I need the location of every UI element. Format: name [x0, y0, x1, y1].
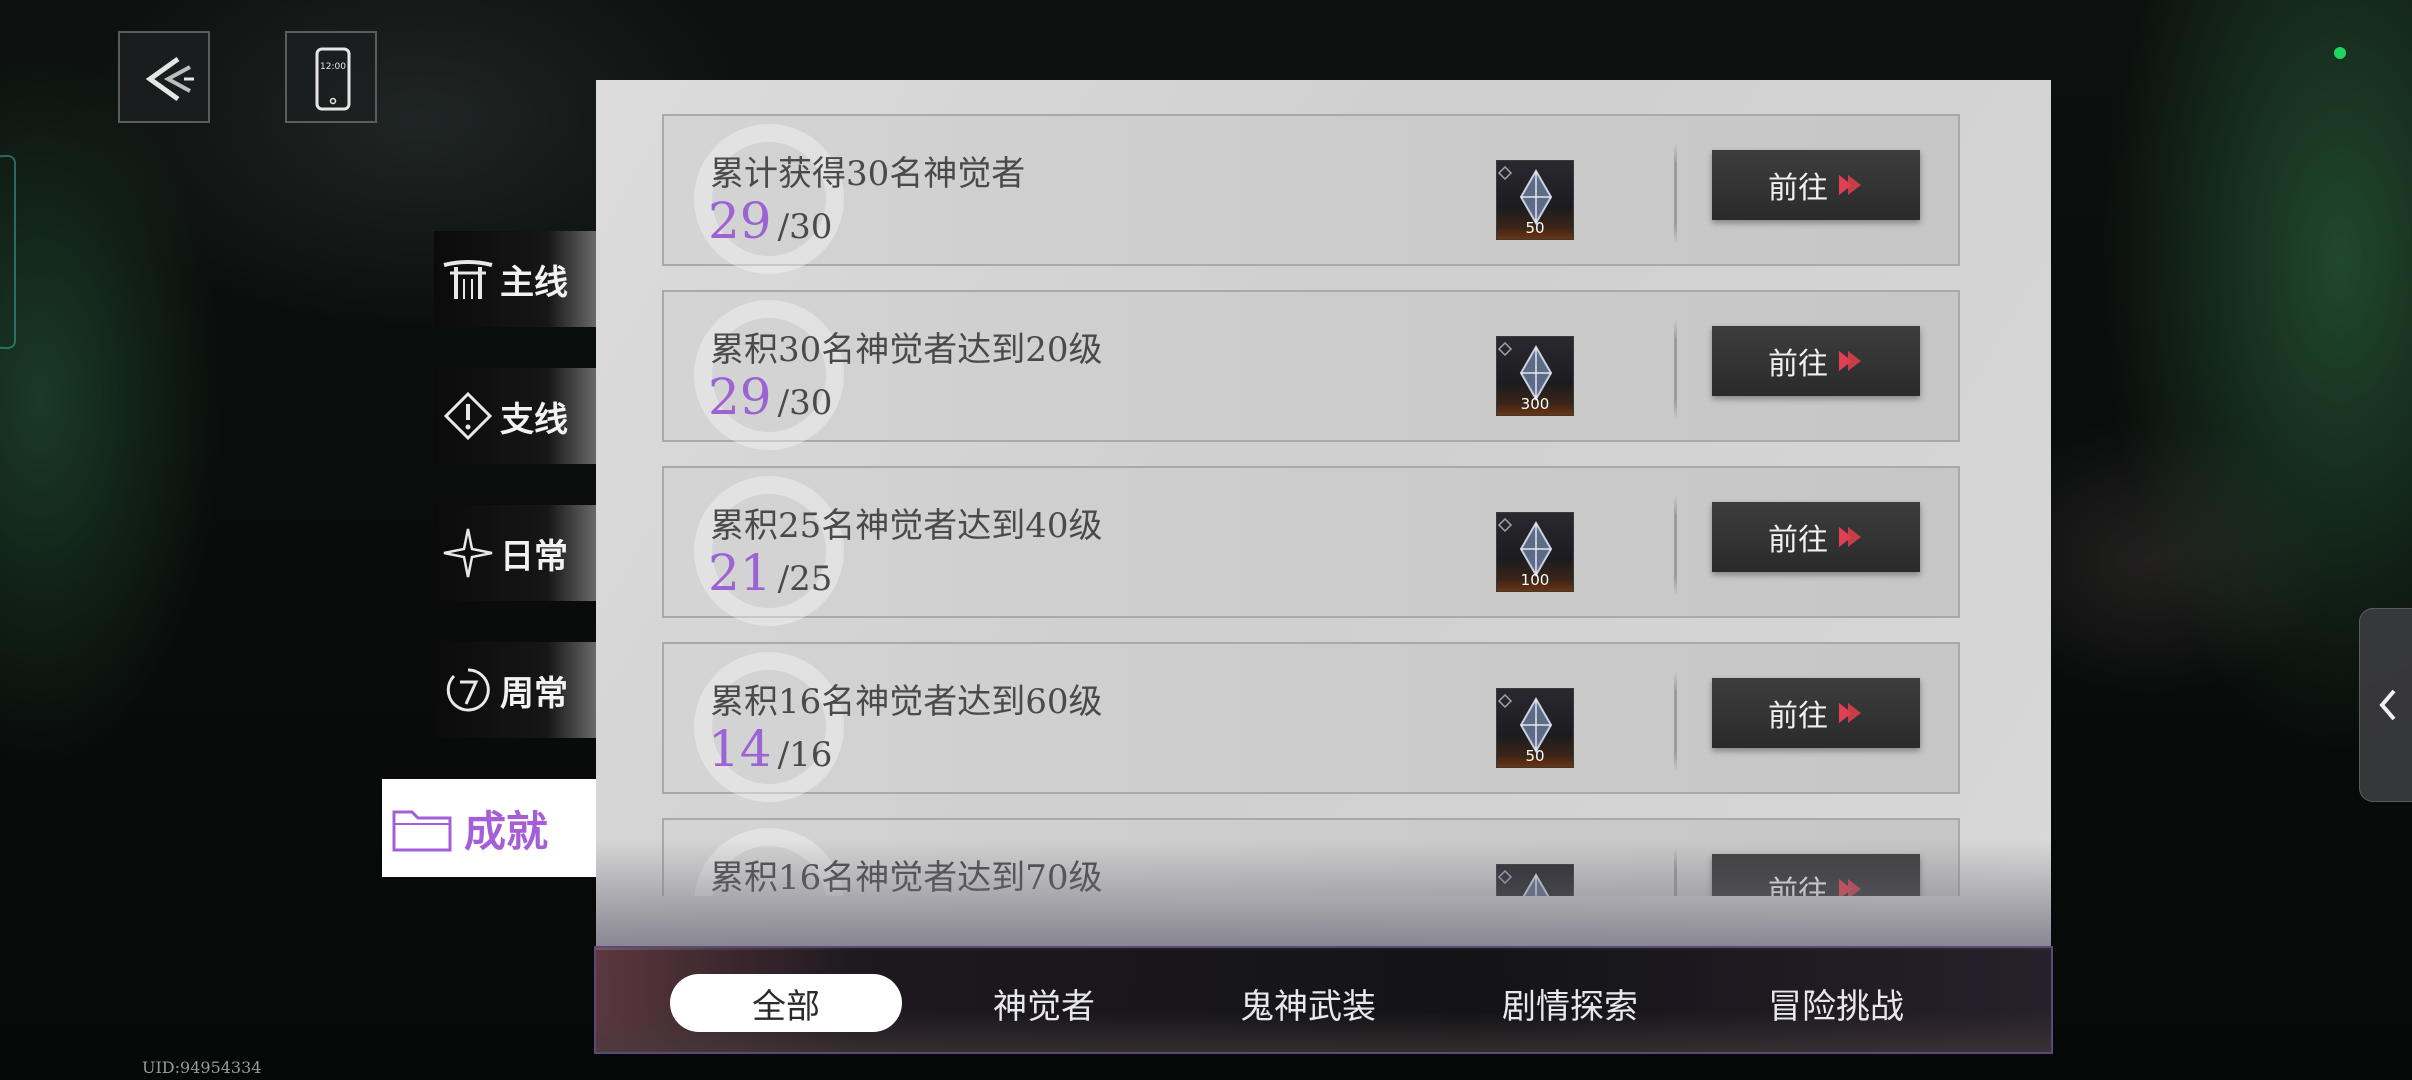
filter-tab-awakeners[interactable]: 神觉者 [928, 974, 1160, 1032]
achievement-title: 累积25名神觉者达到40级 [710, 506, 1103, 546]
reward-item[interactable]: 50 [1496, 688, 1574, 768]
progress-current: 21 [708, 544, 772, 602]
achievement-row: 累积16名神觉者达到60级 14/16 50 前往 [662, 642, 1960, 802]
double-arrow-right-icon [1839, 527, 1861, 547]
phone-button[interactable]: 12:00 [285, 31, 377, 123]
row-divider [1674, 848, 1677, 896]
category-label-active: 成就 [464, 806, 549, 856]
filter-tab-all[interactable]: 全部 [670, 974, 902, 1032]
uid-label: UID:94954334 [142, 1058, 262, 1077]
game-screen: 12:00 主线 支线 日常 周常 成就 累计获得30名神觉者 29 /30 5… [0, 0, 2412, 1080]
double-arrow-right-icon [1839, 175, 1861, 195]
filter-tab-adventure[interactable]: 冒险挑战 [1720, 974, 1952, 1032]
phone-time: 12:00 [320, 62, 346, 72]
filter-bar: 全部 神觉者 鬼神武装 剧情探索 冒险挑战 [594, 946, 2053, 1054]
crystal-icon [1497, 869, 1550, 896]
progress-total: /16 [777, 735, 833, 775]
achievement-row: 累积25名神觉者达到40级 21/25 100 前往 [662, 466, 1960, 626]
warning-diamond-icon [443, 391, 493, 441]
double-arrow-right-icon [1839, 879, 1861, 896]
reward-item[interactable]: 100 [1496, 512, 1574, 592]
achievement-title: 累计获得30名神觉者 [710, 154, 1026, 194]
progress-current: 29 [708, 192, 772, 250]
category-label: 支线 [500, 399, 568, 440]
sparkle-star-icon [443, 528, 493, 578]
progress-current: 14 [708, 720, 772, 778]
category-tab-main[interactable]: 主线 [434, 231, 596, 327]
seven-circle-icon [446, 668, 490, 712]
achievement-row: 累计获得30名神觉者 29/30 50 前往 [662, 114, 1960, 274]
row-divider [1674, 496, 1677, 596]
achievement-list[interactable]: 累计获得30名神觉者 29/30 50 前往 累积30名神觉者达到20级 29 … [662, 114, 1960, 950]
reward-quantity: 300 [1520, 395, 1550, 413]
phone-icon: 12:00 [315, 47, 351, 111]
goto-label: 前往 [1768, 699, 1828, 734]
torii-gate-icon [443, 260, 493, 299]
category-label: 主线 [500, 262, 568, 303]
progress-total: /30 [777, 207, 833, 247]
category-label: 日常 [500, 536, 568, 577]
back-button[interactable] [118, 31, 210, 123]
category-tab-achievements[interactable]: 成就 [382, 779, 596, 877]
side-panel-toggle[interactable] [2359, 608, 2412, 802]
progress-total: /25 [777, 559, 833, 599]
achievement-title: 累积30名神觉者达到20级 [710, 330, 1103, 370]
category-tab-side[interactable]: 支线 [434, 368, 596, 464]
progress-current: 29 [708, 368, 772, 426]
row-divider [1674, 672, 1677, 772]
goto-button[interactable]: 前往 [1712, 854, 1920, 896]
chevron-left-icon [2379, 689, 2396, 721]
achievement-progress: 14/16 [708, 720, 832, 778]
achievement-title: 累积16名神觉者达到60级 [710, 682, 1103, 722]
reward-quantity: 50 [1525, 219, 1545, 237]
goto-label: 前往 [1768, 347, 1828, 382]
reward-item[interactable]: 50 [1496, 160, 1574, 240]
filter-tab-story[interactable]: 剧情探索 [1454, 974, 1686, 1032]
achievement-title: 累积16名神觉者达到70级 [710, 858, 1103, 896]
achievement-progress: 29/30 [708, 368, 832, 426]
achievement-progress: 21/25 [708, 544, 832, 602]
goto-button[interactable]: 前往 [1712, 678, 1920, 748]
category-label: 周常 [500, 673, 568, 714]
left-edge-handle[interactable] [0, 155, 16, 349]
goto-label: 前往 [1768, 875, 1828, 896]
reward-item[interactable]: 300 [1496, 336, 1574, 416]
double-arrow-right-icon [1839, 703, 1861, 723]
category-tab-daily[interactable]: 日常 [434, 505, 596, 601]
double-arrow-right-icon [1839, 351, 1861, 371]
goto-button[interactable]: 前往 [1712, 150, 1920, 220]
row-divider [1674, 320, 1677, 420]
achievement-row: 累积30名神觉者达到20级 29/30 300 前往 [662, 290, 1960, 450]
status-dot [2334, 47, 2346, 59]
achievement-row: 累积16名神觉者达到70级 前往 [662, 818, 1960, 896]
back-arrow-icon [145, 56, 194, 102]
goto-label: 前往 [1768, 523, 1828, 558]
reward-quantity: 100 [1520, 571, 1550, 589]
achievement-progress: 29/30 [708, 192, 832, 250]
folder-icon [392, 810, 452, 852]
achievement-panel: 累计获得30名神觉者 29/30 50 前往 累积30名神觉者达到20级 29 … [596, 80, 2051, 950]
reward-quantity: 50 [1525, 747, 1545, 765]
category-tab-weekly[interactable]: 周常 [434, 642, 596, 738]
goto-button[interactable]: 前往 [1712, 326, 1920, 396]
filter-tab-gear[interactable]: 鬼神武装 [1192, 974, 1424, 1032]
goto-label: 前往 [1768, 171, 1828, 206]
row-divider [1674, 144, 1677, 244]
reward-item[interactable] [1496, 864, 1574, 896]
goto-button[interactable]: 前往 [1712, 502, 1920, 572]
progress-total: /30 [777, 383, 833, 423]
